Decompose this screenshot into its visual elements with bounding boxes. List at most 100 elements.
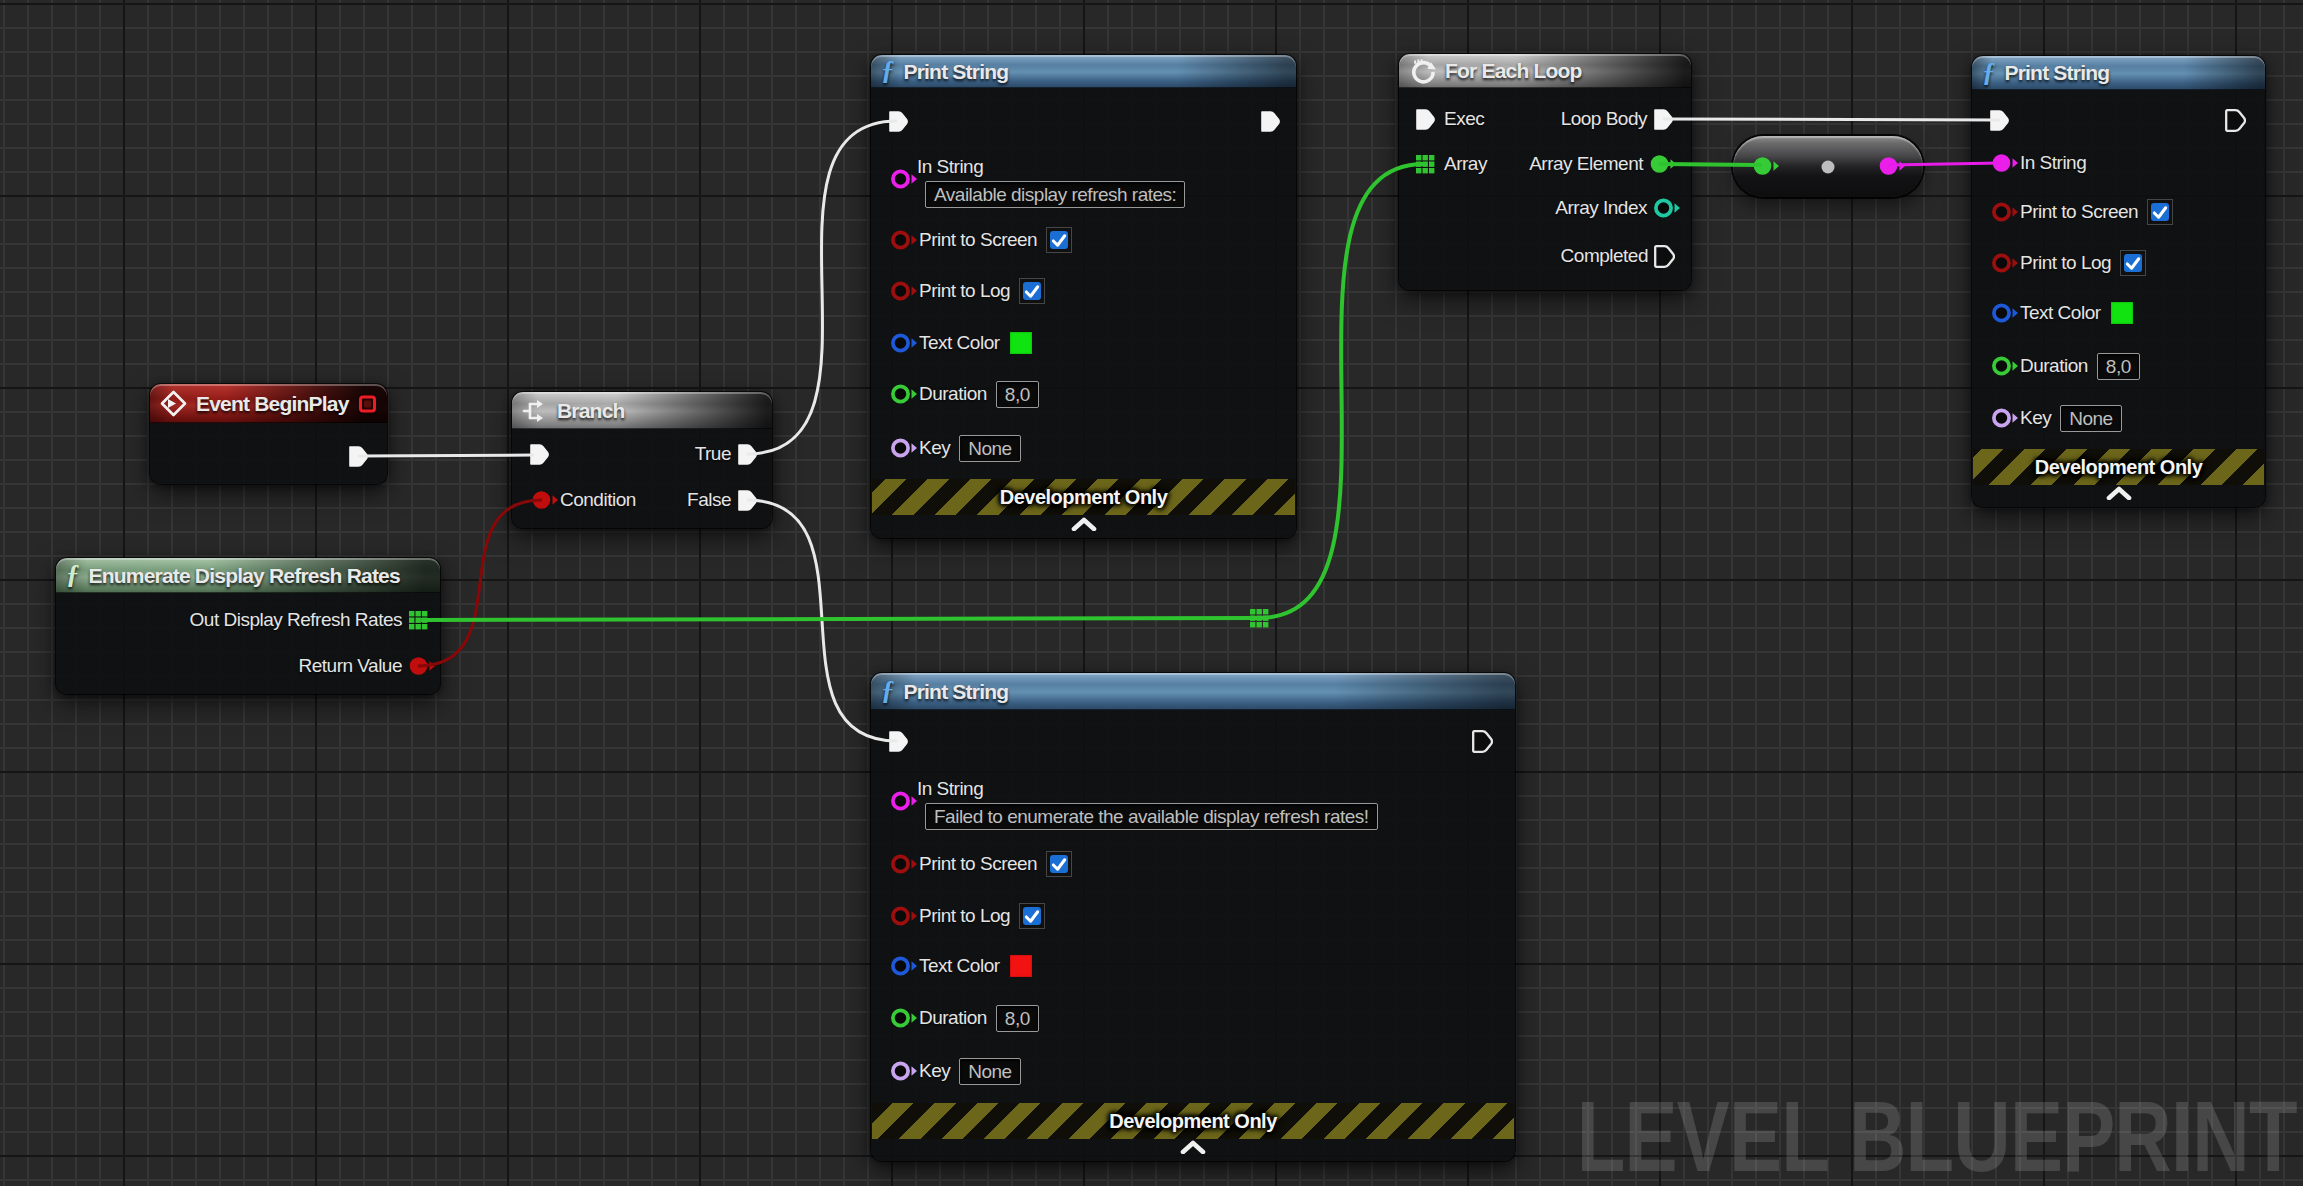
data-pin-icon[interactable] — [891, 1061, 918, 1081]
node-event-beginplay[interactable]: Event BeginPlay — [150, 384, 387, 484]
exec-pin-icon[interactable] — [528, 442, 550, 467]
data-pin-icon[interactable] — [1992, 303, 2019, 323]
collapse-chevron-icon[interactable] — [1180, 1140, 1206, 1154]
wire-4[interactable] — [421, 618, 1259, 620]
data-pin-icon[interactable] — [1879, 156, 1906, 176]
pin-print-string-2-in-string[interactable] — [1992, 153, 2019, 173]
pin-for-each-loop-array[interactable] — [1416, 155, 1435, 174]
pin-print-string-3-exec[interactable] — [887, 729, 909, 754]
pin-reroute-pill-circle[interactable] — [1879, 156, 1906, 176]
node-print-string-1[interactable]: ƒPrint StringIn StringAvailable display … — [871, 55, 1296, 538]
pin-branch-true[interactable] — [736, 442, 758, 467]
pin-branch-false[interactable] — [736, 488, 758, 513]
exec-pin-icon[interactable] — [1652, 107, 1674, 132]
data-pin-icon[interactable] — [891, 906, 918, 926]
value-field-duration[interactable]: 8,0 — [2097, 353, 2140, 380]
value-field-key[interactable]: None — [959, 435, 1020, 462]
data-pin-icon[interactable] — [1992, 202, 2019, 222]
exec-pin-icon[interactable] — [1259, 109, 1281, 134]
data-pin-icon[interactable] — [891, 854, 918, 874]
node-enumerate-display-refresh-rates[interactable]: ƒEnumerate Display Refresh RatesOut Disp… — [56, 558, 440, 694]
pin-print-string-3-exec[interactable] — [1471, 729, 1493, 754]
pin-print-string-1-duration[interactable] — [891, 384, 918, 404]
blueprint-graph-canvas[interactable]: LEVEL BLUEPRINT Event BeginPlayBranchTru… — [0, 0, 2303, 1186]
pin-print-string-1-key[interactable] — [891, 438, 918, 458]
data-pin-icon[interactable] — [1992, 253, 2019, 273]
pin-print-string-3-duration[interactable] — [891, 1008, 918, 1028]
node-header-for-each-loop[interactable]: For Each Loop — [1399, 54, 1691, 88]
data-pin-icon[interactable] — [1650, 154, 1677, 174]
exec-pin-icon[interactable] — [1471, 729, 1493, 754]
node-header-print-string-3[interactable]: ƒPrint String — [871, 673, 1515, 710]
pin-print-string-3-print-to-log[interactable] — [891, 906, 918, 926]
exec-pin-icon[interactable] — [1414, 107, 1436, 132]
pin-print-string-3-print-to-screen[interactable] — [891, 854, 918, 874]
node-branch[interactable]: BranchTrueConditionFalse — [512, 392, 772, 528]
checkbox-print-to-log[interactable] — [2120, 250, 2146, 276]
value-field-key[interactable]: None — [2060, 405, 2121, 432]
checkbox-print-to-screen[interactable] — [1046, 851, 1072, 877]
data-pin-icon[interactable] — [891, 791, 918, 811]
collapse-unused-pins-button[interactable] — [1071, 517, 1097, 535]
pin-enumerate-display-refresh-rates-out-display-refresh-rates[interactable] — [409, 611, 428, 630]
exec-pin-icon[interactable] — [736, 442, 758, 467]
data-pin-icon[interactable] — [891, 956, 918, 976]
wire-8[interactable] — [1663, 119, 2000, 120]
checkbox-print-to-log[interactable] — [1019, 903, 1045, 929]
pin-for-each-loop-loop-body[interactable] — [1652, 107, 1674, 132]
value-field-duration[interactable]: 8,0 — [996, 381, 1039, 408]
color-swatch[interactable] — [1009, 331, 1033, 355]
node-for-each-loop[interactable]: For Each LoopExecLoop BodyArrayArray Ele… — [1399, 54, 1691, 290]
array-reroute-node[interactable] — [1250, 609, 1269, 632]
data-pin-icon[interactable] — [1992, 356, 2019, 376]
pin-print-string-1-text-color[interactable] — [891, 333, 918, 353]
checkbox-print-to-screen[interactable] — [2147, 199, 2173, 225]
pin-print-string-2-print-to-log[interactable] — [1992, 253, 2019, 273]
pin-print-string-3-text-color[interactable] — [891, 956, 918, 976]
string-value-field[interactable]: Failed to enumerate the available displa… — [925, 803, 1378, 830]
pin-print-string-3-key[interactable] — [891, 1061, 918, 1081]
data-pin-icon[interactable] — [891, 1008, 918, 1028]
node-header-print-string-2[interactable]: ƒPrint String — [1972, 56, 2265, 90]
value-field-key[interactable]: None — [959, 1058, 1020, 1085]
data-pin-icon[interactable] — [891, 438, 918, 458]
checkbox-print-to-log[interactable] — [1019, 278, 1045, 304]
pin-print-string-2-exec[interactable] — [1988, 108, 2010, 133]
data-pin-icon[interactable] — [891, 281, 918, 301]
data-pin-icon[interactable] — [1992, 408, 2019, 428]
node-reroute-pill[interactable] — [1733, 136, 1923, 197]
node-header-print-string-1[interactable]: ƒPrint String — [871, 55, 1296, 88]
collapse-chevron-icon[interactable] — [2106, 486, 2132, 500]
checkbox-print-to-screen[interactable] — [1046, 227, 1072, 253]
pin-print-string-1-in-string[interactable] — [891, 169, 918, 189]
exec-pin-icon[interactable] — [347, 444, 369, 469]
pin-print-string-2-duration[interactable] — [1992, 356, 2019, 376]
pin-print-string-2-exec[interactable] — [2224, 108, 2246, 133]
exec-pin-icon[interactable] — [2224, 108, 2246, 133]
pin-for-each-loop-array-element[interactable] — [1650, 154, 1677, 174]
exec-pin-icon[interactable] — [887, 109, 909, 134]
pin-for-each-loop-exec[interactable] — [1414, 107, 1436, 132]
exec-pin-icon[interactable] — [736, 488, 758, 513]
node-header-enumerate-display-refresh-rates[interactable]: ƒEnumerate Display Refresh Rates — [56, 558, 440, 593]
data-pin-icon[interactable] — [1654, 198, 1681, 218]
pin-print-string-3-in-string[interactable] — [891, 791, 918, 811]
data-pin-icon[interactable] — [1992, 153, 2019, 173]
node-header-branch[interactable]: Branch — [512, 392, 772, 429]
node-header-event-beginplay[interactable]: Event BeginPlay — [150, 384, 387, 423]
array-pin-icon[interactable] — [409, 611, 428, 630]
pin-branch-condition[interactable] — [532, 490, 559, 510]
collapse-unused-pins-button[interactable] — [1180, 1140, 1206, 1158]
exec-pin-icon[interactable] — [1988, 108, 2010, 133]
pin-print-string-1-exec[interactable] — [887, 109, 909, 134]
data-pin-icon[interactable] — [891, 333, 918, 353]
pin-print-string-1-print-to-screen[interactable] — [891, 230, 918, 250]
exec-pin-icon[interactable] — [1653, 244, 1675, 269]
value-field-duration[interactable]: 8,0 — [996, 1005, 1039, 1032]
pin-print-string-2-text-color[interactable] — [1992, 303, 2019, 323]
data-pin-icon[interactable] — [891, 230, 918, 250]
data-pin-icon[interactable] — [1753, 156, 1780, 176]
data-pin-icon[interactable] — [409, 656, 436, 676]
pin-enumerate-display-refresh-rates-return-value[interactable] — [409, 656, 436, 676]
collapse-chevron-icon[interactable] — [1071, 517, 1097, 531]
